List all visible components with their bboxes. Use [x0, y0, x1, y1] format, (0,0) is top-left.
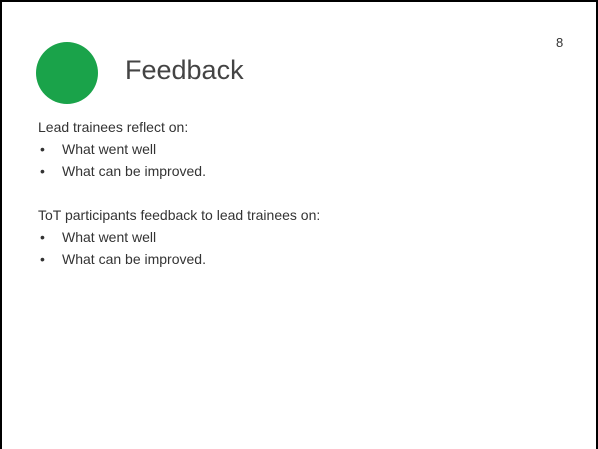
- slide-content: Lead trainees reflect on: • What went we…: [38, 116, 558, 270]
- list-item: • What went well: [38, 138, 558, 160]
- list-item: • What can be improved.: [38, 248, 558, 270]
- bullet-icon: •: [40, 251, 45, 267]
- list-item-text: What went well: [62, 141, 157, 157]
- section-lead-trainees: Lead trainees reflect on: • What went we…: [38, 116, 558, 182]
- list-item: • What went well: [38, 226, 558, 248]
- bullet-icon: •: [40, 229, 45, 245]
- bullet-list: • What went well • What can be improved.: [38, 138, 558, 182]
- bullet-icon: •: [40, 141, 45, 157]
- slide-title: Feedback: [125, 55, 244, 85]
- bullet-list: • What went well • What can be improved.: [38, 226, 558, 270]
- section-tot-participants: ToT participants feedback to lead traine…: [38, 204, 558, 270]
- list-item-text: What went well: [62, 229, 157, 245]
- green-circle-icon: [36, 42, 98, 104]
- list-item: • What can be improved.: [38, 160, 558, 182]
- slide: Feedback 8 Lead trainees reflect on: • W…: [0, 0, 598, 449]
- section-heading: Lead trainees reflect on:: [38, 119, 189, 135]
- page-number: 8: [556, 35, 564, 50]
- list-item-text: What can be improved.: [62, 251, 206, 267]
- section-heading: ToT participants feedback to lead traine…: [38, 207, 321, 223]
- bullet-icon: •: [40, 163, 45, 179]
- list-item-text: What can be improved.: [62, 163, 206, 179]
